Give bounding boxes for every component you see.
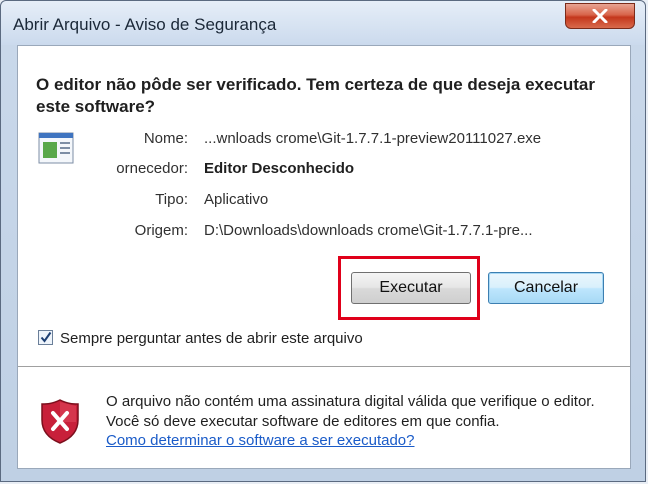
close-icon [592, 9, 608, 23]
type-label: Tipo: [155, 191, 188, 208]
always-ask-checkbox[interactable] [38, 330, 53, 345]
checkmark-icon [40, 331, 52, 343]
title-bar[interactable]: Abrir Arquivo - Aviso de Segurança [1, 1, 645, 45]
warning-text: O arquivo não contém uma assinatura digi… [106, 393, 595, 430]
security-shield-icon [40, 398, 80, 449]
name-label: Nome: [143, 130, 188, 147]
always-ask-label[interactable]: Sempre perguntar antes de abrir este arq… [60, 330, 363, 347]
run-button[interactable]: Executar [351, 272, 471, 304]
name-value: ...wnloads crome\Git-1.7.7.1-preview2011… [204, 130, 542, 147]
origin-label: Origem: [134, 222, 188, 239]
help-link[interactable]: Como determinar o software a ser executa… [106, 432, 415, 449]
dialog-content: O editor não pôde ser verificado. Tem ce… [17, 45, 631, 469]
cancel-button[interactable]: Cancelar [488, 272, 604, 304]
publisher-value: Editor Desconhecido [204, 160, 355, 177]
type-value: Aplicativo [204, 191, 269, 208]
divider [18, 366, 630, 367]
window-title: Abrir Arquivo - Aviso de Segurança [13, 15, 277, 34]
security-warning-dialog: Abrir Arquivo - Aviso de Segurança O edi… [0, 0, 646, 482]
dialog-question: O editor não pôde ser verificado. Tem ce… [36, 75, 595, 116]
close-button[interactable] [565, 3, 635, 29]
origin-value: D:\Downloads\downloads crome\Git-1.7.7.1… [204, 222, 533, 239]
publisher-label: ornecedor: [116, 160, 188, 177]
